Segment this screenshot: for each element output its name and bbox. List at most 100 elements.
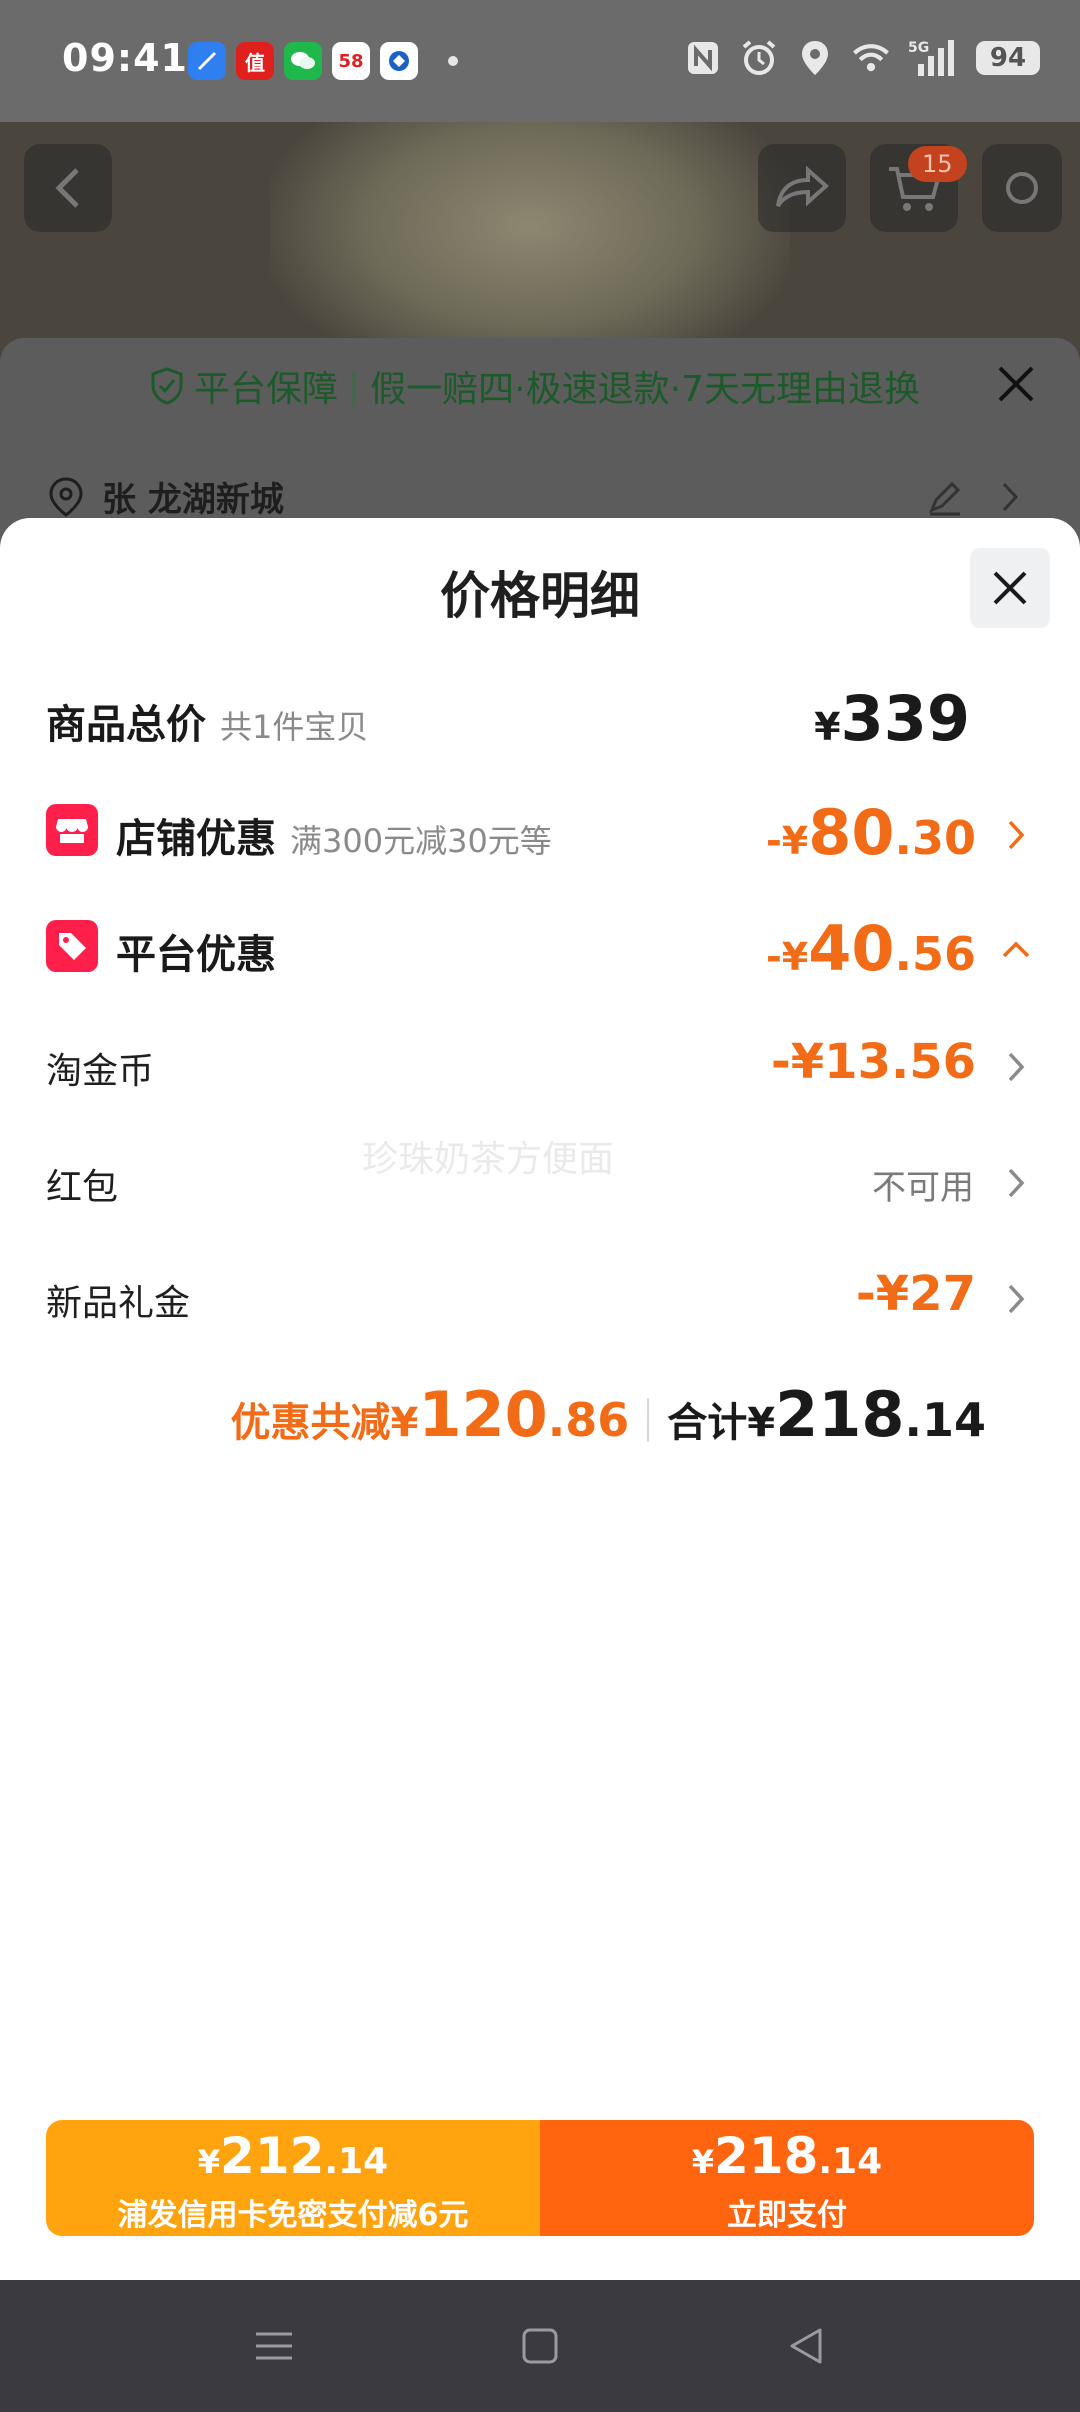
nfc-icon [684, 38, 722, 78]
address-text: 张 龙湖新城 [102, 480, 284, 520]
watermark: 珍珠奶茶方便面 [362, 1139, 615, 1180]
shipping-address[interactable]: 张 龙湖新城 [46, 472, 284, 521]
currency-symbol: ¥ [691, 2143, 715, 2181]
red-packet-status: 不可用 [872, 1168, 974, 1208]
guarantee-title: 平台保障 [194, 369, 339, 410]
tag-icon [46, 920, 98, 972]
share-button[interactable] [758, 144, 846, 232]
amount-prefix: -¥ [766, 819, 809, 863]
browser-icon [188, 42, 226, 80]
coin-discount-label: 淘金币 [46, 1051, 155, 1092]
cart-count-badge: 15 [908, 146, 967, 182]
coin-discount-row[interactable]: 淘金币 -¥13.56 [46, 1026, 1034, 1106]
signal-5g-icon: 5G [908, 38, 958, 78]
svg-text:5G: 5G [908, 40, 929, 56]
status-time: 09:41 [62, 36, 188, 80]
amount-dec: .14 [818, 2141, 883, 2182]
discount-total: 优惠共减¥120.86 [230, 1378, 629, 1451]
coin-discount-amount: -¥13.56 [770, 1034, 976, 1090]
store-discount-amount: -¥80.30 [766, 796, 976, 869]
chevron-right-icon [1008, 1168, 1025, 1198]
sheet-title: 价格明细 [440, 567, 640, 625]
total-price-title: 商品总价 [46, 702, 206, 748]
wechat-icon [284, 42, 322, 80]
credit-card-pay-amount: ¥212.14 [46, 2128, 540, 2196]
currency-symbol: ¥ [197, 2143, 221, 2181]
total-price-row: 商品总价 共1件宝贝 ¥339 [46, 680, 1034, 760]
grand-total: 合计¥218.14 [667, 1378, 986, 1451]
smzdm-icon: 值 [236, 42, 274, 80]
store-discount-row[interactable]: 店铺优惠 满300元减30元等 -¥80.30 [46, 794, 1034, 874]
amount-int: 212 [220, 2127, 325, 2185]
location-icon [796, 38, 834, 78]
amount-dec: .56 [894, 927, 977, 981]
location-pin-icon [49, 476, 83, 517]
item-count: 共1件宝贝 [220, 708, 369, 746]
58-icon: 58 [332, 42, 370, 80]
currency-symbol: ¥ [814, 705, 841, 749]
store-discount-title: 店铺优惠 [116, 816, 276, 862]
background-close-button[interactable] [996, 364, 1036, 404]
close-button[interactable] [970, 548, 1050, 628]
amount-prefix: -¥ [766, 935, 809, 979]
alarm-icon [740, 38, 778, 78]
wifi-icon [852, 38, 890, 78]
shield-check-icon [151, 367, 183, 405]
platform-guarantee: 平台保障 | 假一赔四·极速退款·7天无理由退换 [150, 360, 920, 412]
chevron-right-icon[interactable] [1000, 480, 1020, 514]
amount-int: 80 [808, 796, 895, 869]
back-icon[interactable] [784, 2324, 828, 2368]
new-product-gift-amount: -¥27 [855, 1266, 976, 1322]
platform-discount-row[interactable]: 平台优惠 -¥40.56 [46, 910, 1034, 990]
home-icon[interactable] [518, 2324, 562, 2368]
close-icon [993, 571, 1027, 605]
notification-icons: 值 58 [188, 42, 458, 80]
system-navigation-bar [0, 2280, 1080, 2412]
summary-divider [647, 1398, 650, 1442]
discount-total-dec: .86 [547, 1393, 630, 1447]
price-detail-sheet: 价格明细 商品总价 共1件宝贝 ¥339 店铺优惠 满300元减30元等 -¥80.… [0, 518, 1080, 2280]
amount-value: 339 [840, 682, 970, 755]
chevron-right-icon [1008, 1284, 1025, 1314]
red-packet-label: 红包 [46, 1167, 119, 1208]
status-bar: 09:41 值 58 5G 94 [0, 0, 1080, 122]
amount-dec: .30 [894, 811, 977, 865]
back-button[interactable] [24, 144, 112, 232]
new-product-gift-label: 新品礼金 [46, 1283, 191, 1324]
pay-now-amount: ¥218.14 [540, 2128, 1034, 2196]
address-tools [926, 478, 1020, 516]
close-icon [998, 366, 1034, 402]
chevron-right-icon [1008, 820, 1025, 850]
amount-int: 218 [714, 2127, 819, 2185]
total-price-label: 商品总价 共1件宝贝 [46, 692, 368, 750]
price-summary: 优惠共减¥120.86 合计¥218.14 [0, 1378, 986, 1451]
grand-total-dec: .14 [904, 1393, 987, 1447]
grand-total-int: 218 [775, 1378, 905, 1451]
platform-discount-amount: -¥40.56 [766, 912, 976, 985]
more-icon [1006, 172, 1038, 204]
new-product-gift-row[interactable]: 新品礼金 -¥27 [46, 1258, 1034, 1338]
payment-bar: ¥212.14 浦发信用卡免密支付减6元 ¥218.14 立即支付 [46, 2120, 1034, 2236]
share-icon [776, 166, 830, 208]
platform-discount-label: 平台优惠 [116, 932, 276, 978]
guarantee-divider: | [348, 365, 361, 407]
pay-now-button[interactable]: ¥218.14 立即支付 [540, 2120, 1034, 2236]
system-icons: 5G 94 [684, 38, 1040, 78]
store-discount-label: 店铺优惠 满300元减30元等 [116, 806, 552, 864]
more-notifications-dot [448, 56, 458, 66]
total-price-amount: ¥339 [814, 682, 970, 755]
back-arrow-icon [55, 168, 79, 208]
amount-dec: .14 [324, 2141, 389, 2182]
chevron-right-icon [1008, 1052, 1025, 1082]
edit-icon[interactable] [926, 478, 964, 516]
credit-card-pay-label: 浦发信用卡免密支付减6元 [117, 2198, 469, 2233]
menu-icon[interactable] [252, 2324, 296, 2368]
store-discount-sub: 满300元减30元等 [290, 822, 552, 860]
guarantee-text: 假一赔四·极速退款·7天无理由退换 [370, 369, 920, 410]
pay-now-label: 立即支付 [727, 2198, 847, 2233]
credit-card-pay-button[interactable]: ¥212.14 浦发信用卡免密支付减6元 [46, 2120, 540, 2236]
bank-icon [380, 42, 418, 80]
grand-total-label: 合计¥ [667, 1400, 776, 1446]
amount-int: 40 [808, 912, 895, 985]
more-button[interactable] [982, 144, 1062, 232]
